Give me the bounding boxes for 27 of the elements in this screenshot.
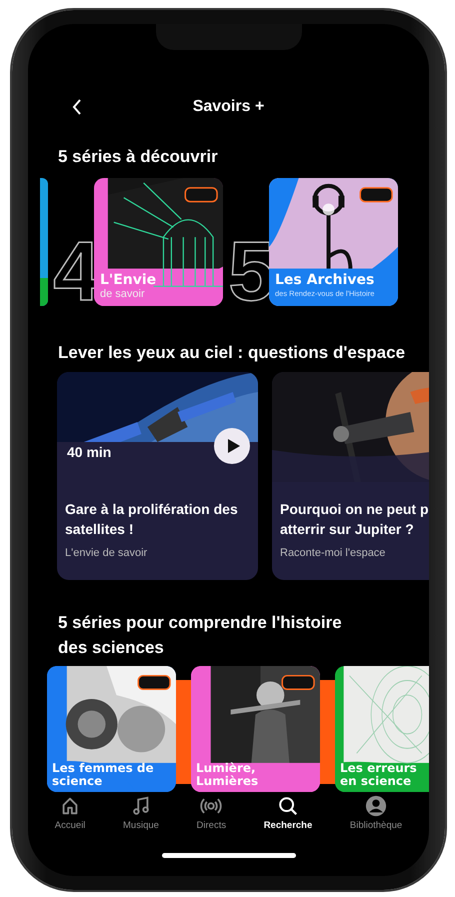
show-name: L'envie de savoir — [64, 546, 148, 559]
cover-title: Les Archives — [275, 272, 376, 288]
screen-title: Savoirs + — [192, 98, 264, 116]
cover-title: Lumière, Lumières — [196, 762, 260, 788]
episode-title: Pourquoi on ne peut p atterrir sur Jupiter ? — [279, 500, 429, 539]
series-cover[interactable]: Les femmes de science — [47, 666, 176, 792]
episode-title: Gare à la prolifération des satellites ! — [64, 500, 239, 539]
back-icon[interactable] — [72, 99, 82, 115]
search-icon — [276, 795, 299, 817]
episode-card[interactable]: 40 min Gare à la prolifération des satellites ! L'envie de savoir — [57, 372, 258, 580]
tab[interactable]: Recherche — [264, 795, 312, 839]
section-title: 5 séries à découvrir — [57, 146, 219, 168]
play-button[interactable] — [214, 428, 250, 464]
tab[interactable]: Musique — [123, 795, 159, 839]
tab[interactable]: Directs — [196, 795, 226, 839]
cover-title: Les femmes de science — [52, 762, 155, 788]
tab[interactable]: Bibliothèque — [350, 795, 402, 839]
profile-icon — [365, 795, 388, 817]
show-name: Raconte-moi l'espace — [279, 546, 386, 559]
section-title: 5 séries pour comprendre l'histoire des sciences — [57, 612, 343, 659]
cover-title: Les erreurs en science — [340, 762, 418, 788]
cover-subtitle: de savoir — [100, 288, 146, 300]
episode-card[interactable]: Pourquoi on ne peut p atterrir sur Jupiter ? Raconte-moi l'espace — [272, 372, 429, 580]
duration-label: 40 min — [67, 444, 112, 460]
section-title: Lever les yeux au ciel : questions d'espace — [57, 342, 406, 364]
cover-title: L'Envie — [100, 272, 158, 288]
tab[interactable]: Accueil — [54, 795, 86, 839]
